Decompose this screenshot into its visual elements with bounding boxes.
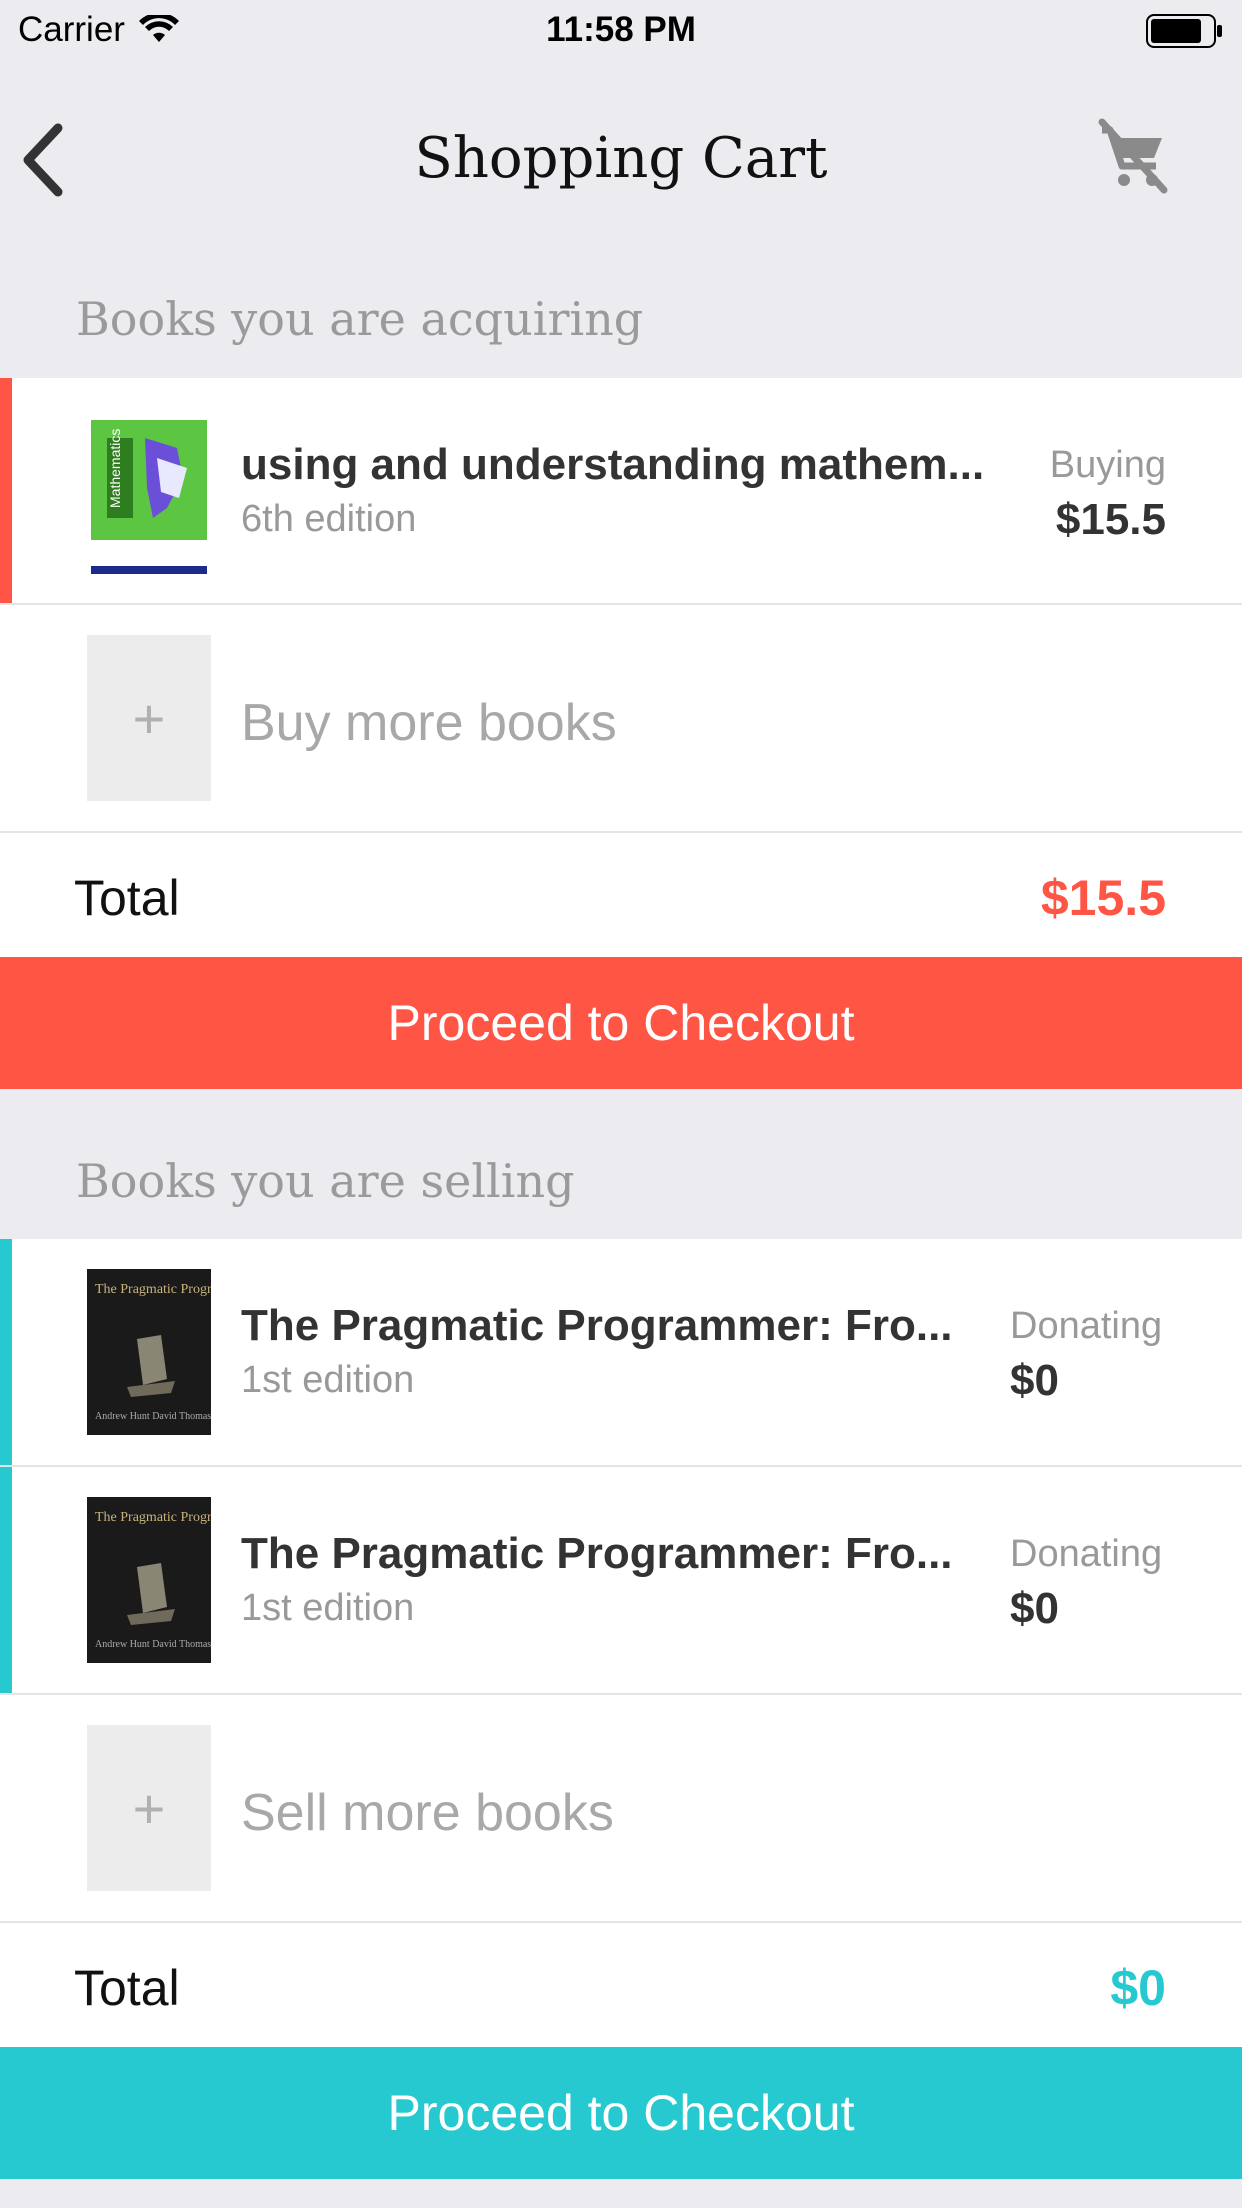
cover-title-text: The Pragmatic Programmer xyxy=(95,1282,211,1297)
plus-icon: + xyxy=(132,1776,166,1840)
plus-icon: + xyxy=(132,686,166,750)
total-row-selling: Total $0 xyxy=(0,1923,1242,2047)
add-book-placeholder[interactable]: + xyxy=(87,1725,211,1891)
buy-more-books-label: Buy more books xyxy=(241,694,617,752)
cart-off-icon[interactable] xyxy=(1092,116,1172,196)
cart-item-selling[interactable]: The Pragmatic Programmer Andrew Hunt Dav… xyxy=(0,1239,1242,1467)
cover-title-text: Mathematics xyxy=(107,429,123,508)
sell-accent-bar xyxy=(0,1239,12,1465)
price-value: $0 xyxy=(1010,1356,1059,1405)
total-label: Total xyxy=(74,870,180,926)
sell-more-books-row[interactable]: + Sell more books xyxy=(0,1695,1242,1923)
book-edition: 6th edition xyxy=(241,498,417,540)
sell-accent-bar xyxy=(0,1467,12,1693)
total-row-acquiring: Total $15.5 xyxy=(0,833,1242,957)
price-value: $15.5 xyxy=(1055,495,1166,544)
total-value: $0 xyxy=(1110,1960,1166,2016)
total-value: $15.5 xyxy=(1040,870,1166,926)
cover-authors-text: Andrew Hunt David Thomas xyxy=(95,1411,211,1422)
proceed-to-checkout-button-buy[interactable]: Proceed to Checkout xyxy=(0,957,1242,1089)
buy-accent-bar xyxy=(0,378,12,603)
total-label: Total xyxy=(74,1960,180,2016)
book-title: using and understanding mathem... xyxy=(241,440,985,489)
cart-item-selling[interactable]: The Pragmatic Programmer Andrew Hunt Dav… xyxy=(0,1467,1242,1695)
book-cover-pragmatic: The Pragmatic Programmer Andrew Hunt Dav… xyxy=(87,1497,211,1663)
battery-icon xyxy=(1146,14,1222,48)
price-status: Donating xyxy=(1010,1533,1163,1575)
page-title: Shopping Cart xyxy=(414,126,828,191)
price-block: Donating $0 xyxy=(1010,1533,1162,1634)
navigation-bar: Shopping Cart xyxy=(0,60,1242,260)
cover-authors-text: Andrew Hunt David Thomas xyxy=(95,1639,211,1650)
section-header-acquiring: Books you are acquiring xyxy=(76,292,644,346)
book-title: The Pragmatic Programmer: Fro... xyxy=(241,1529,953,1578)
buy-more-books-row[interactable]: + Buy more books xyxy=(0,605,1242,833)
book-title: The Pragmatic Programmer: Fro... xyxy=(241,1301,953,1350)
cover-title-text: The Pragmatic Programmer xyxy=(95,1510,211,1525)
book-cover-math: Mathematics xyxy=(87,408,211,574)
price-block: Donating $0 xyxy=(1010,1305,1162,1406)
sell-more-books-label: Sell more books xyxy=(241,1784,614,1842)
price-status: Buying xyxy=(1049,444,1166,486)
book-edition: 1st edition xyxy=(241,1587,415,1629)
price-status: Donating xyxy=(1010,1305,1163,1347)
status-bar: Carrier 11:58 PM xyxy=(0,0,1242,60)
section-header-selling: Books you are selling xyxy=(76,1154,575,1208)
price-block: Buying $15.5 xyxy=(1050,444,1166,545)
book-cover-pragmatic: The Pragmatic Programmer Andrew Hunt Dav… xyxy=(87,1269,211,1435)
cart-item-buying[interactable]: Mathematics using and understanding math… xyxy=(0,378,1242,605)
status-time: 11:58 PM xyxy=(546,10,696,49)
proceed-to-checkout-button-sell[interactable]: Proceed to Checkout xyxy=(0,2047,1242,2179)
price-value: $0 xyxy=(1010,1584,1059,1633)
book-edition: 1st edition xyxy=(241,1359,415,1401)
add-book-placeholder[interactable]: + xyxy=(87,635,211,801)
